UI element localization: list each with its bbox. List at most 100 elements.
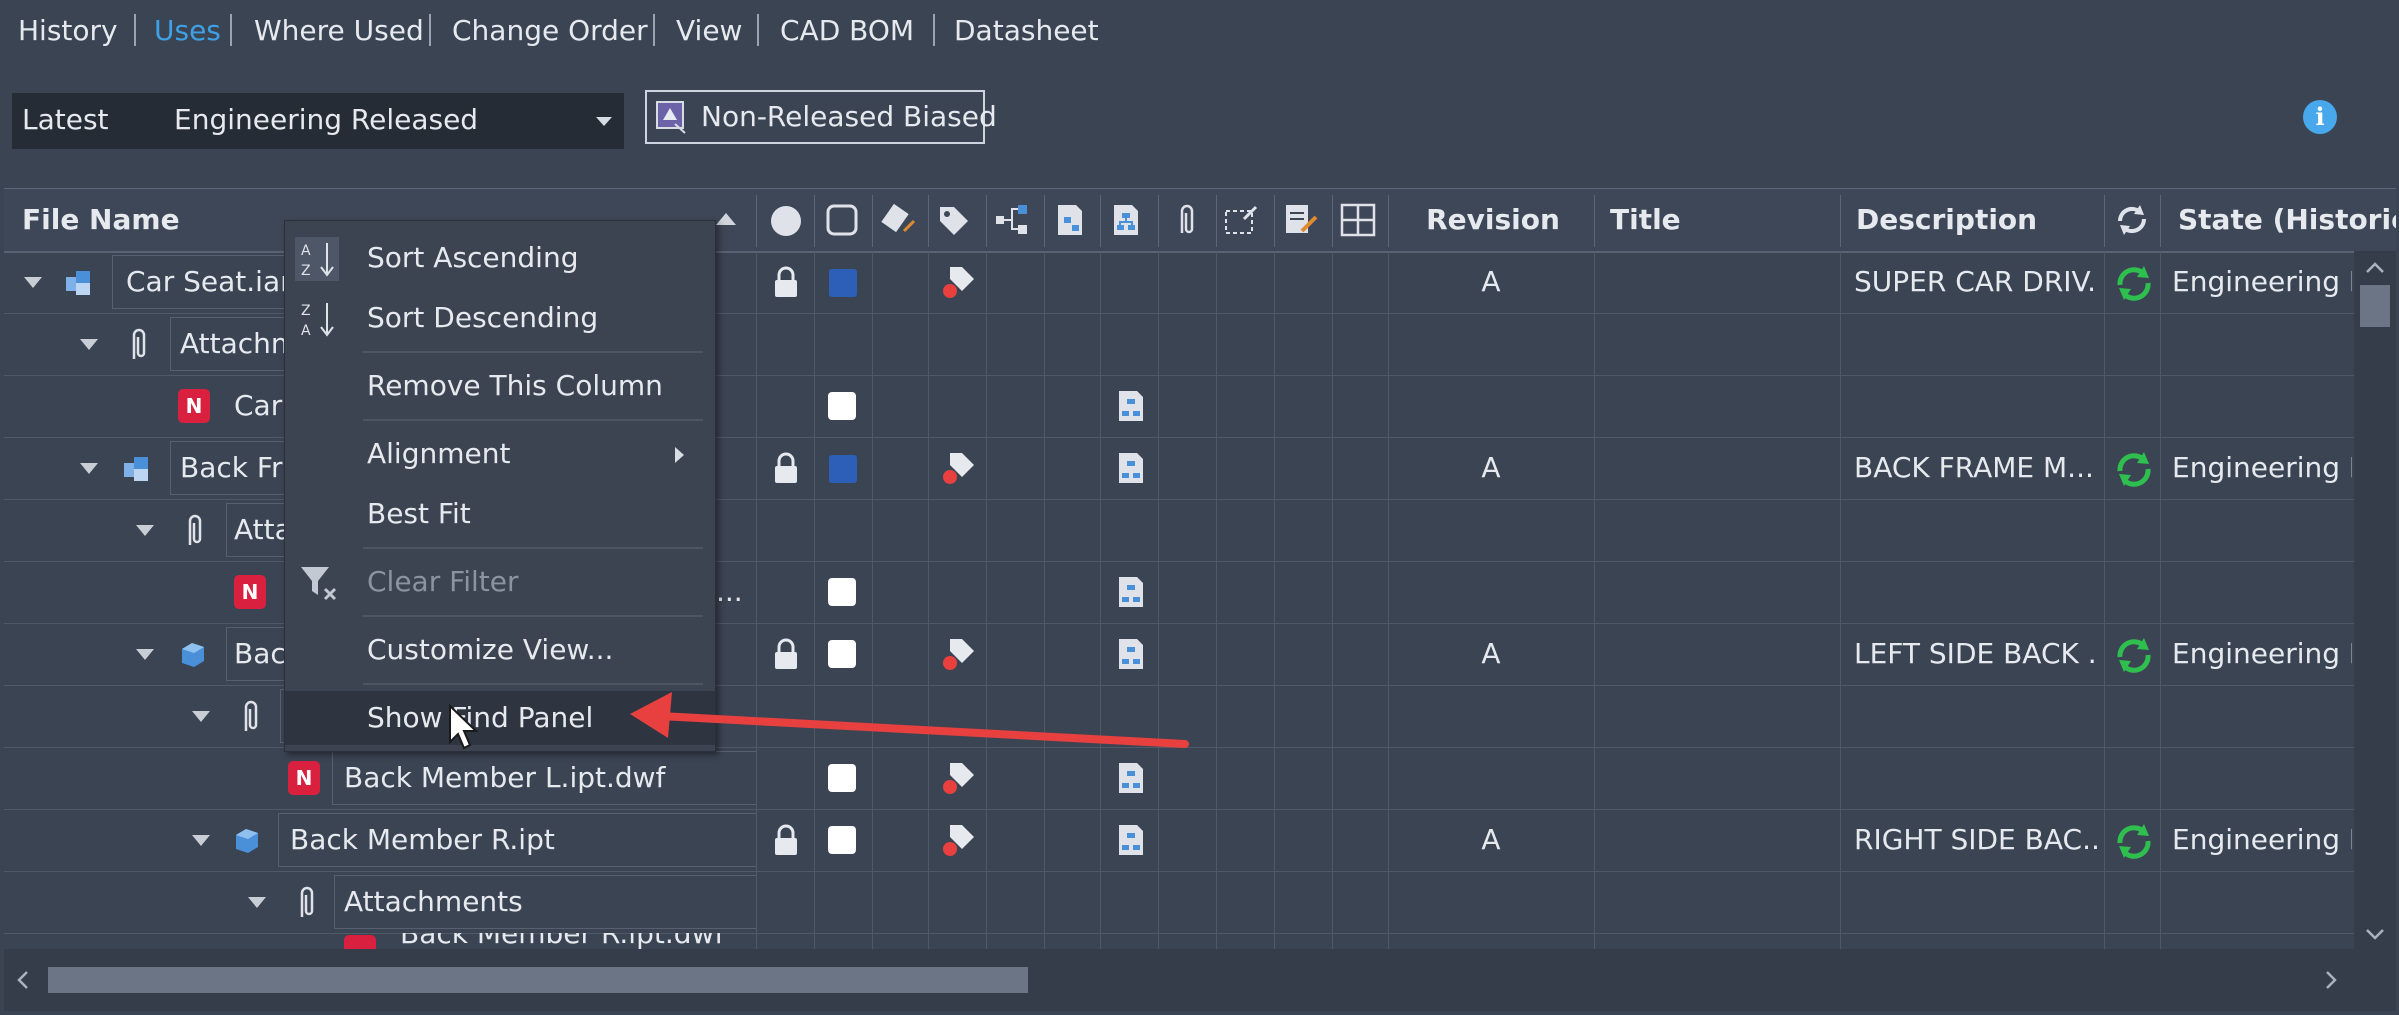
tab-history[interactable]: History [18, 12, 118, 50]
menu-item-sort-descending[interactable]: ZA Sort Descending [285, 291, 715, 345]
collapse-triangle-icon[interactable] [136, 525, 154, 536]
tag-status-icon [943, 453, 974, 484]
collapse-triangle-icon[interactable] [192, 835, 210, 846]
lifecycle-state-icon [2117, 266, 2151, 301]
menu-item-sort-ascending[interactable]: AZ Sort Ascending [285, 231, 715, 285]
dwf-file-icon: N [288, 761, 320, 795]
table-row[interactable]: Back Member R.ipt.dwf [4, 933, 2354, 949]
menu-item-label: Remove This Column [367, 369, 663, 402]
collapse-triangle-icon[interactable] [136, 649, 154, 660]
sort-ascending-icon [716, 213, 736, 225]
horizontal-scrollbar[interactable] [4, 949, 2396, 1011]
description-value: LEFT SIDE BACK ... [1854, 637, 2099, 670]
column-header-title[interactable]: Title [1610, 189, 1830, 251]
table-row[interactable]: N Back Member L.ipt.dwf [4, 747, 2354, 810]
assembly-icon [124, 457, 148, 481]
state-value: Engineering R [2172, 451, 2352, 484]
tab-change-order[interactable]: Change Order [452, 12, 648, 50]
scroll-left-icon[interactable] [16, 969, 30, 991]
paperclip-icon [132, 328, 146, 359]
lifecycle-state-icon [2117, 452, 2151, 487]
collapse-triangle-icon[interactable] [80, 463, 98, 474]
menu-item-show-find-panel[interactable]: Show Find Panel [285, 691, 715, 745]
checkbox[interactable] [828, 764, 856, 792]
file-structure-icon [1119, 453, 1143, 483]
menu-item-label: Customize View... [367, 633, 614, 666]
non-released-biased-button[interactable]: Non-Released Biased [645, 90, 997, 144]
collapse-triangle-icon[interactable] [248, 897, 266, 908]
tab-separator [757, 14, 759, 46]
menu-item-clear-filter[interactable]: Clear Filter [285, 555, 715, 609]
markup-icon[interactable] [1222, 201, 1262, 239]
file-structure-icon [1119, 639, 1143, 669]
menu-item-label: Best Fit [367, 497, 471, 530]
file-name: Attachments [180, 327, 288, 360]
vertical-scroll-thumb[interactable] [2360, 285, 2390, 327]
edit-document-icon[interactable] [1280, 201, 1320, 239]
svg-text:N: N [186, 394, 203, 418]
file-name: Atta [234, 513, 290, 546]
hierarchy-icon[interactable] [992, 201, 1032, 239]
tab-cad-bom[interactable]: CAD BOM [780, 12, 914, 50]
file-name: Car Seat.iam [126, 265, 286, 298]
tab-where-used[interactable]: Where Used [254, 12, 424, 50]
file-structure-icon [1119, 391, 1143, 421]
menu-item-best-fit[interactable]: Best Fit [285, 487, 715, 541]
menu-item-remove-column[interactable]: Remove This Column [285, 359, 715, 413]
checkbox[interactable] [828, 392, 856, 420]
description-value: SUPER CAR DRIV... [1854, 265, 2099, 298]
lock-icon [775, 452, 797, 483]
tab-uses[interactable]: Uses [154, 12, 221, 50]
checkbox[interactable] [828, 640, 856, 668]
eraser-icon[interactable] [878, 201, 918, 239]
scroll-right-icon[interactable] [2324, 969, 2338, 991]
collapse-triangle-icon[interactable] [24, 277, 42, 288]
status-circle-icon[interactable] [766, 201, 806, 239]
table-row[interactable]: Back Member R.ipt A RIGHT SIDE BAC... En… [4, 809, 2354, 872]
tab-view[interactable]: View [676, 12, 742, 50]
column-context-menu: AZ Sort Ascending ZA Sort Descending Rem… [284, 220, 716, 752]
lifecycle-state-icon [2117, 638, 2151, 673]
menu-item-customize-view[interactable]: Customize View... [285, 623, 715, 677]
version-filter-dropdown[interactable]: Latest Engineering Released [12, 93, 624, 149]
menu-item-label: Alignment [367, 437, 511, 470]
bom-icon[interactable] [1050, 201, 1090, 239]
column-header-description[interactable]: Description [1856, 189, 2096, 251]
collapse-triangle-icon[interactable] [192, 711, 210, 722]
state-value: Engineering R [2172, 265, 2352, 298]
svg-text:N: N [242, 580, 259, 604]
info-icon[interactable]: i [2303, 100, 2337, 134]
part-icon [182, 643, 204, 667]
lifecycle-icon[interactable] [2112, 201, 2152, 239]
tag-icon[interactable] [934, 201, 974, 239]
collapse-triangle-icon[interactable] [80, 339, 98, 350]
svg-text:N: N [296, 766, 313, 790]
menu-item-label: Show Find Panel [367, 701, 594, 734]
file-structure-icon [1119, 763, 1143, 793]
tab-separator [134, 14, 136, 46]
version-label: Latest [22, 103, 109, 136]
table-row[interactable]: Attachments [4, 871, 2354, 934]
tab-datasheet[interactable]: Datasheet [954, 12, 1099, 50]
file-name: Bac [234, 637, 286, 670]
sort-ascending-icon: AZ [295, 237, 339, 281]
file-structure-icon[interactable] [1106, 201, 1146, 239]
vertical-scrollbar[interactable] [2354, 251, 2396, 949]
checkbox-column-icon[interactable] [822, 201, 862, 239]
description-value: BACK FRAME M... [1854, 451, 2094, 484]
scroll-down-icon[interactable] [2364, 927, 2386, 941]
svg-text:A: A [301, 323, 311, 339]
horizontal-scroll-thumb[interactable] [48, 967, 1028, 993]
column-header-revision[interactable]: Revision [1388, 189, 1598, 251]
grid-view-icon[interactable] [1338, 201, 1378, 239]
checkbox[interactable] [828, 826, 856, 854]
paperclip-icon[interactable] [1166, 201, 1206, 239]
lock-icon [775, 824, 797, 855]
lifecycle-state-icon [2117, 824, 2151, 859]
column-header-state[interactable]: State (Historica [2178, 189, 2396, 251]
menu-item-alignment[interactable]: Alignment [285, 427, 715, 481]
sort-descending-icon: ZA [301, 303, 334, 339]
scroll-up-icon[interactable] [2364, 261, 2386, 275]
checkbox[interactable] [828, 578, 856, 606]
file-name: Back Member R.ipt [290, 823, 555, 856]
